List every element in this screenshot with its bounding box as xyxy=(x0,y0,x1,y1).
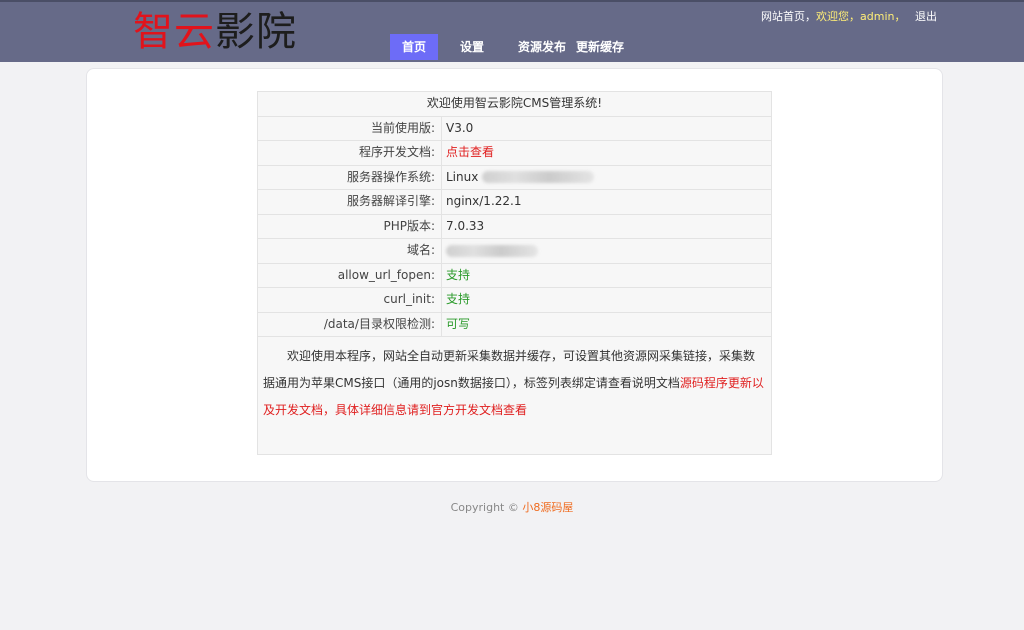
row-key: /data/目录权限检测: xyxy=(257,311,442,337)
description-cell: 欢迎使用本程序，网站全自动更新采集数据并缓存，可设置其他资源网采集链接，采集数据… xyxy=(257,336,772,455)
table-row: 欢迎使用本程序，网站全自动更新采集数据并缓存，可设置其他资源网采集链接，采集数据… xyxy=(257,336,772,455)
main-nav: 首页 设置 资源发布 更新缓存 xyxy=(390,34,624,60)
table-row: 域名: xyxy=(257,238,772,264)
dev-docs-link[interactable]: 点击查看 xyxy=(446,145,494,159)
row-key: 服务器操作系统: xyxy=(257,164,442,190)
top-header: 智云影院 首页 设置 资源发布 更新缓存 网站首页，欢迎您，admin， 退出 xyxy=(0,0,1024,62)
status-ok: 支持 xyxy=(446,267,471,282)
row-key: 程序开发文档: xyxy=(257,140,442,166)
row-key: 当前使用版: xyxy=(257,115,442,141)
logo-text-dark: 影院 xyxy=(215,9,297,55)
logo-text-red: 智云 xyxy=(133,9,215,55)
nav-settings[interactable]: 设置 xyxy=(448,34,496,60)
site-logo[interactable]: 智云影院 xyxy=(133,8,297,56)
row-key: allow_url_fopen: xyxy=(257,262,442,288)
footer: Copyright © 小8源码屋 xyxy=(0,499,1024,515)
system-info-table: 欢迎使用智云影院CMS管理系统! 当前使用版: V3.0 程序开发文档: 点击查… xyxy=(257,91,772,455)
welcome-user-text: 欢迎您，admin， xyxy=(816,10,906,23)
nav-resource-publish[interactable]: 资源发布 xyxy=(506,34,566,60)
row-key: 服务器解译引擎: xyxy=(257,189,442,215)
top-links: 网站首页，欢迎您，admin， 退出 xyxy=(761,10,937,24)
table-row: curl_init: 支持 xyxy=(257,287,772,313)
logout-link[interactable]: 退出 xyxy=(915,10,937,23)
table-row: PHP版本: 7.0.33 xyxy=(257,213,772,239)
table-row: 程序开发文档: 点击查看 xyxy=(257,140,772,166)
row-key: 域名: xyxy=(257,238,442,264)
nav-home[interactable]: 首页 xyxy=(390,34,439,60)
row-key: PHP版本: xyxy=(257,213,442,239)
row-key: curl_init: xyxy=(257,287,442,313)
redacted-blur xyxy=(482,171,595,184)
row-value: V3.0 xyxy=(441,115,772,141)
table-title: 欢迎使用智云影院CMS管理系统! xyxy=(257,91,772,117)
copyright-text: Copyright © xyxy=(450,501,523,514)
row-value: 7.0.33 xyxy=(441,213,772,239)
site-home-link[interactable]: 网站首页 xyxy=(761,10,805,23)
table-row: 当前使用版: V3.0 xyxy=(257,115,772,141)
footer-brand-link[interactable]: 小8源码屋 xyxy=(522,501,573,514)
table-row: 服务器解译引擎: nginx/1.22.1 xyxy=(257,189,772,215)
row-value: nginx/1.22.1 xyxy=(441,189,772,215)
table-row: 服务器操作系统: Linux xyxy=(257,164,772,190)
status-ok: 可写 xyxy=(446,316,471,331)
row-value: Linux xyxy=(446,169,479,184)
status-ok: 支持 xyxy=(446,292,471,307)
table-row: 欢迎使用智云影院CMS管理系统! xyxy=(257,91,772,117)
table-row: allow_url_fopen: 支持 xyxy=(257,262,772,288)
link-separator: ， xyxy=(805,10,816,23)
table-row: /data/目录权限检测: 可写 xyxy=(257,311,772,337)
nav-update-cache[interactable]: 更新缓存 xyxy=(576,34,624,60)
redacted-blur xyxy=(446,244,538,257)
